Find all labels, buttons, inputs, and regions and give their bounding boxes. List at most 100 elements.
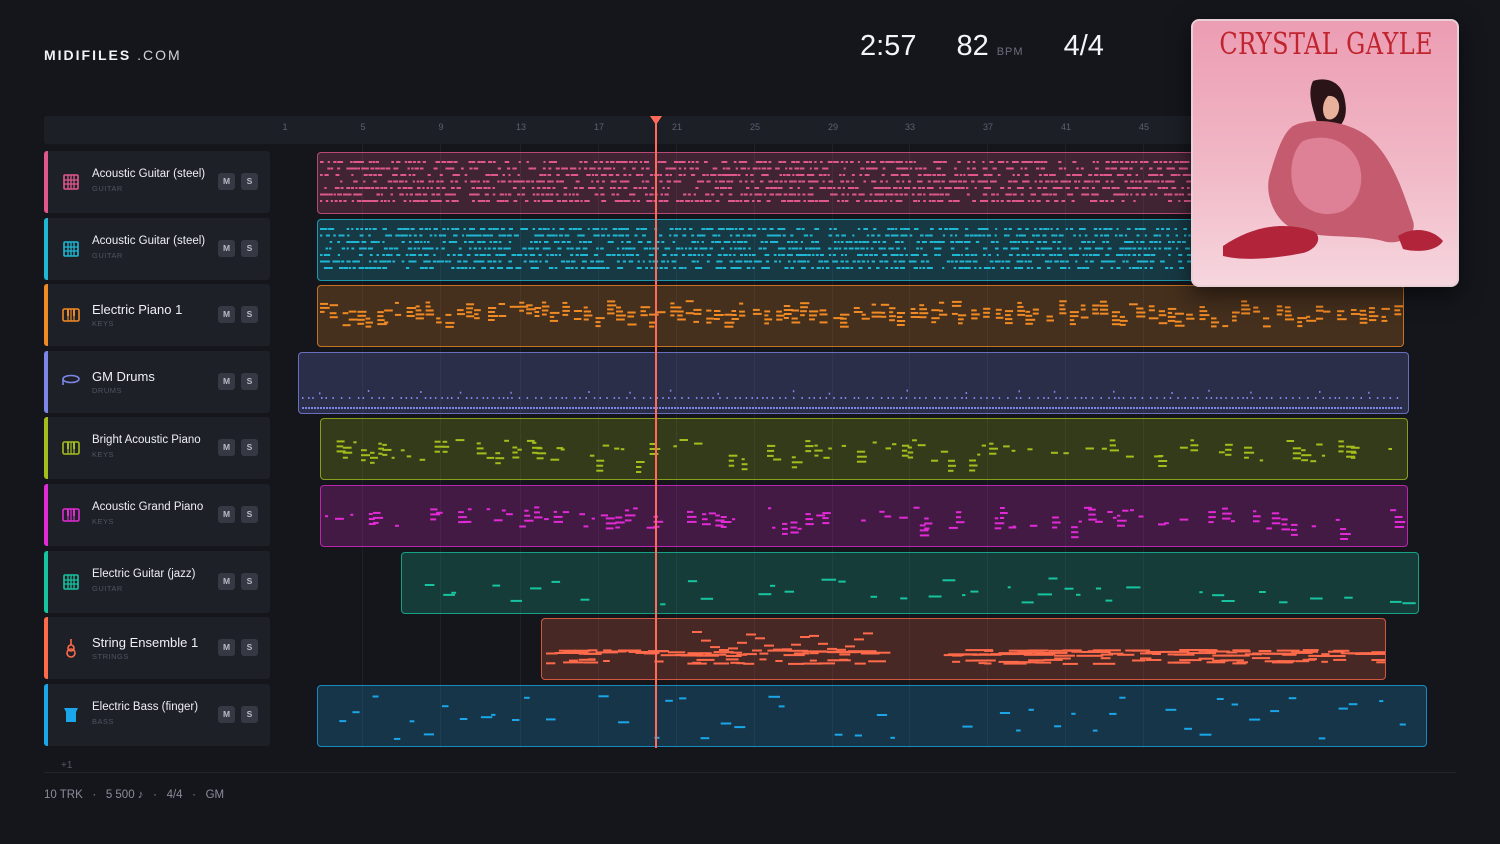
mute-button[interactable]: M	[218, 439, 235, 456]
midi-note	[1108, 228, 1113, 230]
midi-note	[1311, 525, 1317, 528]
midi-note	[996, 254, 999, 256]
solo-button[interactable]: S	[241, 306, 258, 323]
midi-note	[1340, 407, 1342, 409]
midi-clip[interactable]	[317, 685, 1427, 747]
midi-clip[interactable]	[320, 418, 1408, 480]
midi-note	[361, 459, 366, 462]
midi-note	[1102, 187, 1107, 189]
midi-note	[1058, 234, 1064, 237]
midi-note	[1114, 167, 1117, 170]
midi-clip[interactable]	[320, 485, 1408, 547]
midi-note	[885, 267, 888, 269]
midi-note	[1000, 267, 1004, 269]
midi-note	[905, 407, 907, 409]
midi-note	[1147, 254, 1151, 256]
solo-button[interactable]: S	[241, 373, 258, 390]
midi-note	[790, 267, 794, 269]
midi-note	[1116, 254, 1121, 256]
midi-clip[interactable]	[317, 285, 1404, 347]
midi-note	[367, 247, 373, 250]
midi-note	[1043, 161, 1048, 163]
midi-note	[993, 180, 997, 183]
midi-note	[1054, 200, 1059, 202]
solo-button[interactable]: S	[241, 639, 258, 656]
solo-button[interactable]: S	[241, 706, 258, 723]
midi-clip[interactable]	[401, 552, 1419, 614]
midi-note	[1007, 407, 1009, 409]
midi-clip[interactable]	[317, 152, 1202, 214]
midi-note	[1220, 659, 1244, 662]
midi-clip[interactable]	[541, 618, 1386, 680]
mute-button[interactable]: M	[218, 173, 235, 190]
midi-note	[692, 661, 701, 664]
mute-button[interactable]: M	[218, 240, 235, 257]
midi-note	[731, 310, 737, 312]
solo-button[interactable]: S	[241, 573, 258, 590]
midi-note	[895, 161, 900, 163]
midi-note	[588, 187, 592, 189]
more-tracks-indicator[interactable]: +1	[61, 760, 72, 771]
midi-note	[400, 449, 405, 452]
midi-note	[457, 254, 463, 256]
track-header[interactable]: GM Drums DRUMS M S	[44, 351, 270, 413]
mute-button[interactable]: M	[218, 573, 235, 590]
midi-note	[606, 167, 612, 170]
midi-note	[577, 228, 582, 230]
midi-clip[interactable]	[317, 219, 1202, 281]
track-header[interactable]: Acoustic Guitar (steel) GUITAR M S	[44, 151, 270, 213]
midi-note	[706, 228, 711, 230]
ruler-tick: 45	[1138, 122, 1150, 132]
midi-note	[860, 407, 862, 409]
midi-note	[776, 407, 778, 409]
solo-button[interactable]: S	[241, 173, 258, 190]
mute-button[interactable]: M	[218, 639, 235, 656]
track-header[interactable]: Electric Guitar (jazz) GUITAR M S	[44, 551, 270, 613]
track-header[interactable]: String Ensemble 1 STRINGS M S	[44, 617, 270, 679]
midi-note	[1371, 659, 1385, 661]
midi-note	[453, 234, 458, 237]
midi-note	[476, 452, 487, 455]
midi-note	[1198, 657, 1215, 660]
midi-note	[681, 247, 684, 250]
solo-button[interactable]: S	[241, 506, 258, 523]
midi-note	[950, 234, 953, 237]
track-header[interactable]: Electric Bass (finger) BASS M S	[44, 684, 270, 746]
midi-note	[1292, 452, 1301, 455]
midi-note	[1286, 407, 1288, 409]
midi-note	[870, 247, 874, 250]
midi-note	[595, 317, 605, 320]
midi-note	[1334, 407, 1336, 409]
mute-button[interactable]: M	[218, 306, 235, 323]
solo-button[interactable]: S	[241, 439, 258, 456]
midi-note	[1130, 397, 1132, 399]
midi-note	[1144, 267, 1147, 269]
midi-note	[1199, 591, 1203, 594]
track-header[interactable]: Acoustic Guitar (steel) GUITAR M S	[44, 218, 270, 280]
midi-note	[938, 407, 940, 409]
mute-button[interactable]: M	[218, 706, 235, 723]
track-header[interactable]: Electric Piano 1 KEYS M S	[44, 284, 270, 346]
track-header[interactable]: Bright Acoustic Piano KEYS M S	[44, 417, 270, 479]
playhead[interactable]	[655, 118, 657, 748]
midi-note	[367, 390, 370, 392]
mute-button[interactable]: M	[218, 373, 235, 390]
midi-note	[968, 407, 970, 409]
track-header[interactable]: Acoustic Grand Piano KEYS M S	[44, 484, 270, 546]
mute-button[interactable]: M	[218, 506, 235, 523]
midi-note	[353, 407, 355, 409]
note-roll	[325, 506, 1406, 540]
solo-button[interactable]: S	[241, 240, 258, 257]
midi-note	[952, 228, 957, 230]
midi-note	[659, 267, 663, 269]
midi-note	[665, 174, 669, 176]
midi-note	[795, 254, 801, 256]
midi-clip[interactable]	[298, 352, 1409, 414]
midi-note	[983, 247, 988, 250]
midi-note	[783, 313, 792, 315]
midi-note	[815, 254, 819, 256]
midi-note	[603, 174, 607, 176]
midi-note	[898, 187, 902, 189]
midi-note	[416, 407, 418, 409]
midi-note	[873, 228, 877, 230]
